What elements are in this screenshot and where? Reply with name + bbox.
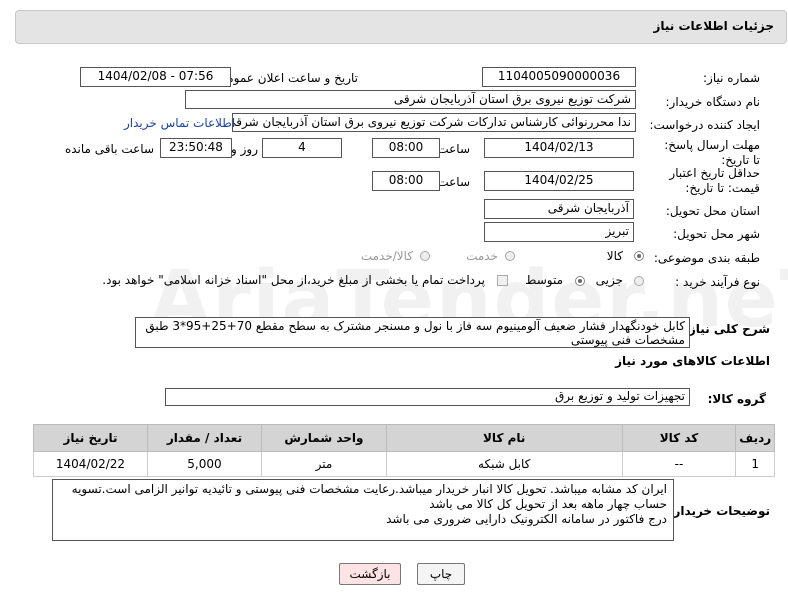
purchase-radio-medium[interactable] <box>575 276 585 286</box>
treasury-payment-checkbox[interactable] <box>497 275 508 286</box>
category-service-label: خدمت <box>466 249 498 263</box>
remaining-time-field: 23:50:48 <box>160 138 232 158</box>
col-header-unit: واحد شمارش <box>260 424 387 452</box>
reply-days-field: 4 <box>262 138 342 158</box>
reply-time-label: ساعت <box>437 142 470 156</box>
cell-item-code: -- <box>621 451 737 477</box>
validity-date-field: 1404/02/25 <box>484 171 634 191</box>
page-header: جزئیات اطلاعات نیاز <box>15 10 787 44</box>
announce-datetime-label: تاریخ و ساعت اعلان عمومی: <box>213 71 358 85</box>
back-button[interactable]: بازگشت <box>339 563 401 585</box>
purchase-medium-label: متوسط <box>525 273 563 287</box>
buyer-notes-line-1: ایران کد مشابه میباشد. تحویل کالا انبار … <box>71 482 667 496</box>
cell-item-name: کابل شبکه <box>385 451 623 477</box>
table-row: 1 -- کابل شبکه متر 5,000 1404/02/22 <box>33 451 775 477</box>
delivery-city-field: تبریز <box>484 222 634 242</box>
requester-field: ندا محررنوائی کارشناس تدارکات شرکت توزیع… <box>232 113 636 132</box>
general-desc-field: کابل خودنگهدار فشار ضعیف آلومینیوم سه فا… <box>135 317 690 348</box>
col-header-item-name: نام کالا <box>385 424 623 452</box>
delivery-province-field: آذربایجان شرقی <box>484 199 634 219</box>
category-radio-service[interactable] <box>505 251 515 261</box>
category-radio-goods[interactable] <box>634 251 644 261</box>
goods-table: ردیف کد کالا نام کالا واحد شمارش تعداد /… <box>33 424 775 477</box>
buyer-contact-link[interactable]: اطلاعات تماس خریدار <box>124 116 235 130</box>
need-number-field: 1104005090000036 <box>482 67 636 87</box>
treasury-payment-note: پرداخت تمام یا بخشی از مبلغ خرید،از محل … <box>102 273 485 287</box>
category-goods-label: کالا <box>606 249 623 263</box>
general-desc-label: شرح کلی نیاز: <box>684 322 770 336</box>
price-validity-label: حداقل تاریخ اعتبار قیمت: تا تاریخ: <box>669 166 760 195</box>
buyer-org-field: شرکت توزیع نیروی برق استان آذربایجان شرق… <box>185 90 636 109</box>
validity-time-label: ساعت <box>437 175 470 189</box>
delivery-province-label: استان محل تحویل: <box>665 204 760 218</box>
day-and-label: روز و <box>231 142 258 156</box>
cell-row-number: 1 <box>735 451 775 477</box>
cell-quantity: 5,000 <box>147 451 262 477</box>
cell-unit: متر <box>260 451 387 477</box>
category-goods-service-label: کالا/خدمت <box>360 249 413 263</box>
delivery-city-label: شهر محل تحویل: <box>673 227 760 241</box>
announce-datetime-field: 1404/02/08 - 07:56 <box>80 67 231 87</box>
reply-date-field: 1404/02/13 <box>484 138 634 158</box>
subject-category-label: طبقه بندی موضوعی: <box>653 251 760 265</box>
watermark-logo: AriaTender.neT <box>150 255 788 345</box>
goods-group-label: گروه کالا: <box>707 392 766 406</box>
col-header-row-number: ردیف <box>735 424 775 452</box>
cell-need-date: 1404/02/22 <box>33 451 148 477</box>
category-radio-goods-service[interactable] <box>420 251 430 261</box>
col-header-need-date: تاریخ نیاز <box>33 424 148 452</box>
col-header-item-code: کد کالا <box>621 424 737 452</box>
reply-time-field: 08:00 <box>372 138 440 158</box>
goods-table-header-row: ردیف کد کالا نام کالا واحد شمارش تعداد /… <box>33 424 775 452</box>
purchase-type-label: نوع فرآیند خرید : <box>675 275 760 289</box>
buyer-notes-label: توضیحات خریدار: <box>668 504 770 518</box>
col-header-quantity: تعداد / مقدار <box>147 424 262 452</box>
buyer-org-label: نام دستگاه خریدار: <box>665 95 761 109</box>
page-title: جزئیات اطلاعات نیاز <box>653 19 774 33</box>
buyer-notes-line-3: درج فاکتور در سامانه الکترونیک دارایی ضر… <box>386 512 667 526</box>
purchase-minor-label: جزیی <box>595 273 623 287</box>
requester-label: ایجاد کننده درخواست: <box>649 118 760 132</box>
need-number-label: شماره نیاز: <box>703 71 760 85</box>
print-button[interactable]: چاپ <box>417 563 465 585</box>
validity-time-field: 08:00 <box>372 171 440 191</box>
buyer-notes-field: ایران کد مشابه میباشد. تحویل کالا انبار … <box>52 479 674 541</box>
purchase-radio-minor[interactable] <box>634 276 644 286</box>
remaining-label: ساعت باقی مانده <box>64 142 154 156</box>
goods-info-heading: اطلاعات کالاهای مورد نیاز <box>615 354 770 368</box>
buyer-notes-line-2: حساب چهار ماهه بعد از تحویل کل کالا می ب… <box>429 497 667 511</box>
goods-group-field: تجهیزات تولید و توزیع برق <box>165 388 690 406</box>
reply-deadline-label: مهلت ارسال پاسخ: تا تاریخ: <box>664 138 760 167</box>
